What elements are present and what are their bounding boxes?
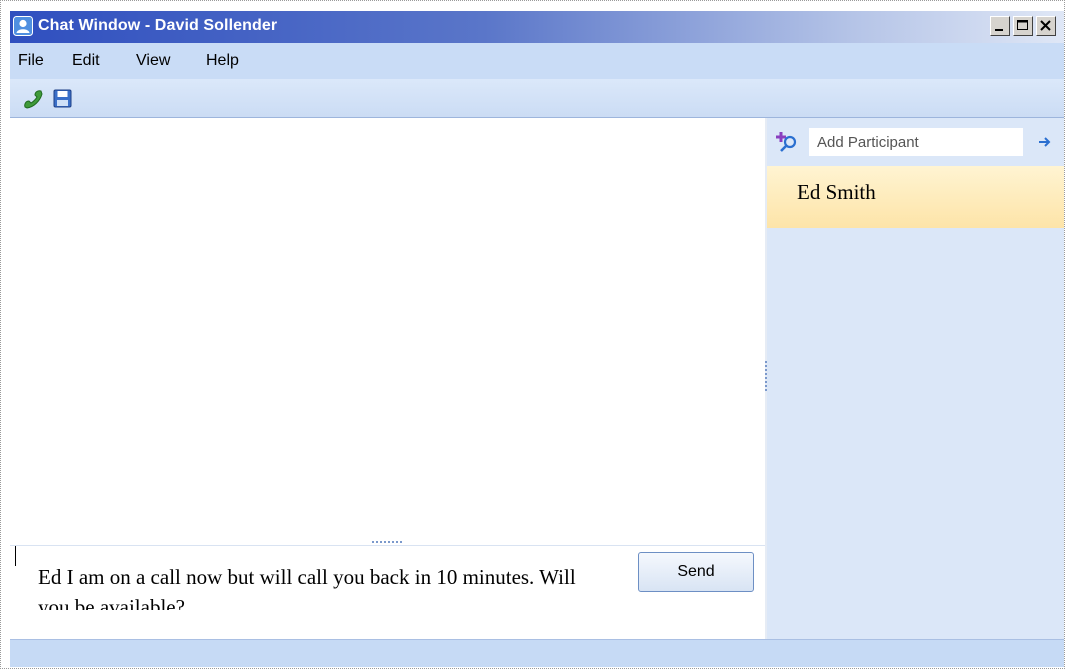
- add-participant-icon[interactable]: [775, 130, 799, 154]
- participant-name: Ed Smith: [797, 180, 876, 204]
- message-input[interactable]: Ed I am on a call now but will call you …: [38, 562, 608, 610]
- menu-edit[interactable]: Edit: [72, 52, 100, 70]
- contact-person-icon: [13, 16, 33, 36]
- menu-help[interactable]: Help: [206, 52, 239, 70]
- maximize-icon: [1017, 20, 1028, 30]
- maximize-button[interactable]: [1013, 16, 1033, 36]
- minimize-icon: [995, 29, 1003, 31]
- splitter-grip-icon: [372, 541, 402, 543]
- status-bar: [10, 639, 1064, 667]
- save-icon[interactable]: [52, 88, 74, 110]
- minimize-button[interactable]: [990, 16, 1010, 36]
- title-bar[interactable]: Chat Window - David Sollender: [10, 11, 1064, 43]
- participants-panel: Ed Smith: [767, 118, 1064, 639]
- close-icon: [1040, 20, 1051, 31]
- chat-history-pane[interactable]: [10, 118, 765, 538]
- window-title: Chat Window - David Sollender: [38, 17, 278, 34]
- chat-window: Chat Window - David Sollender File Edit …: [10, 11, 1064, 667]
- toolbar: [10, 79, 1064, 118]
- menu-file[interactable]: File: [18, 52, 44, 70]
- add-participant-input[interactable]: [809, 128, 1023, 156]
- menu-bar: File Edit View Help: [10, 43, 1064, 79]
- text-cursor: [15, 546, 16, 566]
- phone-call-icon[interactable]: [22, 88, 44, 110]
- arrow-right-icon[interactable]: [1037, 134, 1053, 150]
- compose-splitter[interactable]: [10, 538, 765, 546]
- close-button[interactable]: [1036, 16, 1056, 36]
- menu-view[interactable]: View: [136, 52, 170, 70]
- send-button[interactable]: Send: [638, 552, 754, 592]
- participant-list-item[interactable]: Ed Smith: [767, 166, 1064, 228]
- message-compose-area[interactable]: Ed I am on a call now but will call you …: [10, 546, 765, 639]
